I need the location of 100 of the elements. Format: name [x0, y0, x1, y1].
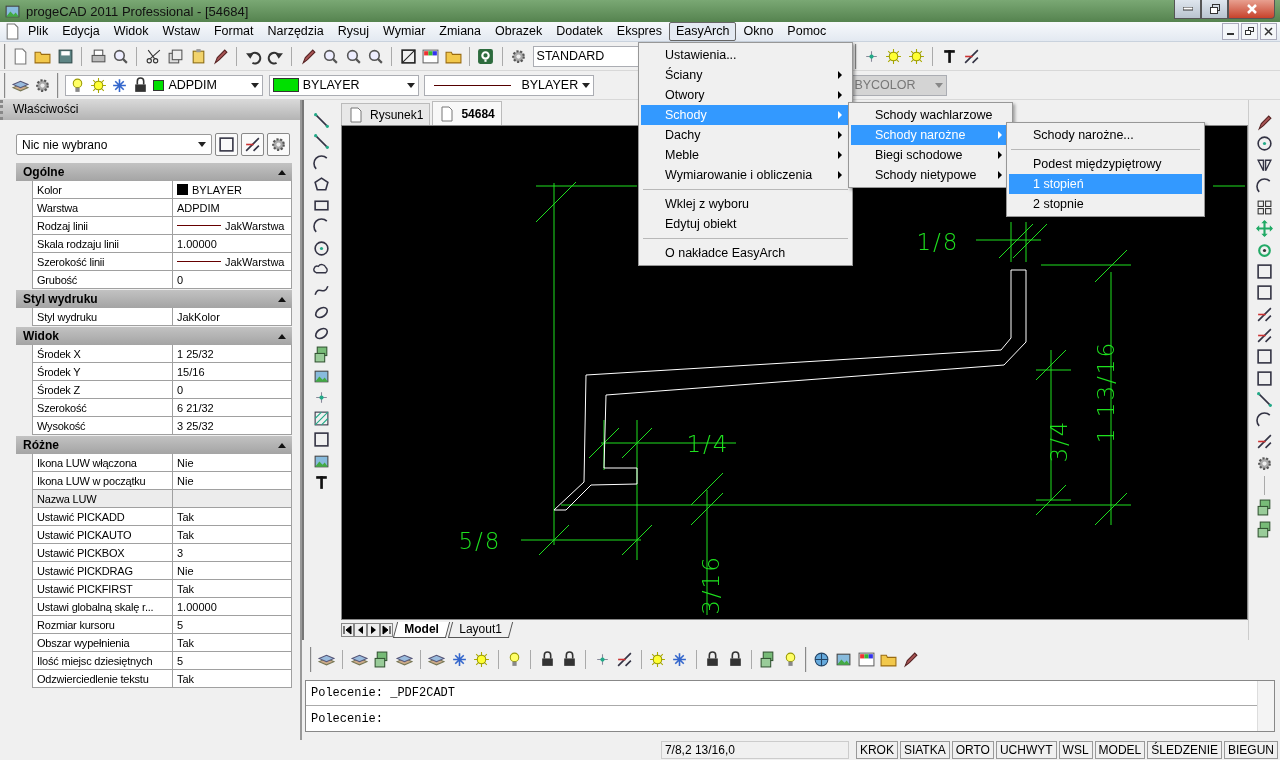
trim-icon[interactable] [962, 47, 980, 65]
property-value[interactable]: JakWarstwa [173, 217, 291, 235]
property-value[interactable]: 5 [173, 652, 291, 670]
property-value[interactable]: Tak [173, 634, 291, 652]
menu-item[interactable]: Zmiana [432, 22, 488, 41]
menu-item[interactable]: Schody narożne... [1009, 125, 1202, 145]
property-value[interactable]: Tak [173, 526, 291, 544]
line-icon[interactable] [312, 112, 330, 129]
selection-dropdown[interactable]: Nic nie wybrano [16, 134, 212, 155]
menu-item[interactable]: Plik [21, 22, 56, 41]
property-value[interactable]: 3 25/32 [173, 417, 291, 435]
frame-icon[interactable] [399, 47, 417, 65]
first-page-button[interactable] [341, 623, 354, 637]
menu-item[interactable]: Podest międzypiętrowy [1009, 154, 1202, 174]
minimize-button[interactable] [1174, 0, 1201, 19]
menu-item[interactable]: Edytuj obiekt [641, 214, 850, 234]
pen-icon[interactable] [902, 650, 920, 668]
menu-item[interactable]: Rysuj [330, 22, 377, 41]
linetype-dropdown[interactable]: BYLAYER [424, 74, 595, 96]
square-icon[interactable] [1256, 369, 1273, 387]
menu-item[interactable]: Widok [106, 22, 156, 41]
caret-icon[interactable] [406, 82, 415, 88]
collapse-arrow-icon[interactable] [278, 169, 286, 175]
magnifier-icon[interactable] [322, 47, 340, 65]
property-value[interactable]: Tak [173, 670, 291, 688]
stack-icon[interactable] [1256, 520, 1273, 538]
menu-item[interactable]: Meble [641, 145, 850, 165]
menu-item[interactable]: Ekspres [609, 22, 669, 41]
restore-button[interactable] [1201, 0, 1228, 19]
menu-item[interactable]: Biegi schodowe [851, 145, 1010, 165]
menu-item[interactable]: Pomoc [780, 22, 834, 41]
gear-icon[interactable] [34, 76, 52, 94]
property-value[interactable]: BYLAYER [173, 181, 291, 199]
close-button[interactable] [1260, 23, 1277, 40]
property-value[interactable]: 3 [173, 544, 291, 562]
last-page-button[interactable] [380, 623, 393, 637]
palette-icon[interactable] [857, 650, 875, 668]
close-button[interactable] [1228, 0, 1275, 19]
menu-item[interactable]: Edycja [55, 22, 107, 41]
property-value[interactable]: 1.00000 [173, 598, 291, 616]
snowflake-icon[interactable] [111, 76, 129, 94]
status-toggle[interactable]: BIEGUN [1224, 741, 1278, 759]
next-page-button[interactable] [367, 623, 380, 637]
arc-icon[interactable] [312, 154, 330, 172]
menu-item[interactable]: Obrazek [488, 22, 550, 41]
property-value[interactable]: JakKolor [173, 308, 291, 326]
circle-icon[interactable] [312, 239, 330, 257]
collapse-arrow-icon[interactable] [278, 296, 286, 302]
collapse-arrow-icon[interactable] [278, 442, 286, 448]
menu-item[interactable]: Schody nietypowe [851, 165, 1010, 185]
menu-item[interactable]: 2 stopnie [1009, 194, 1202, 214]
menu-item[interactable]: Okno [736, 22, 781, 41]
status-toggle[interactable]: ŚLEDZENIE [1147, 741, 1222, 759]
square-icon[interactable] [1256, 284, 1273, 302]
menu-item[interactable]: Schody wachlarzowe [851, 105, 1010, 125]
property-value[interactable]: Tak [173, 580, 291, 598]
menu-item[interactable]: O nakładce EasyArch [641, 243, 850, 263]
restore-button[interactable] [1241, 23, 1258, 40]
previous-page-button[interactable] [354, 623, 367, 637]
section-header[interactable]: Ogólne [16, 163, 292, 181]
pen-icon[interactable] [211, 47, 229, 65]
circle-icon[interactable] [1256, 135, 1273, 153]
collapse-arrow-icon[interactable] [278, 333, 286, 339]
property-value[interactable]: Nie [173, 472, 291, 490]
property-value[interactable]: JakWarstwa [173, 253, 291, 271]
polygon-icon[interactable] [312, 175, 330, 193]
property-value[interactable]: Nie [173, 454, 291, 472]
filter-button[interactable] [267, 133, 290, 156]
property-value[interactable]: 0 [173, 271, 291, 289]
square-icon[interactable] [1256, 263, 1273, 281]
caret-icon[interactable] [251, 82, 260, 88]
color-dropdown[interactable]: BYLAYER [268, 74, 419, 96]
scrollbar[interactable] [1257, 681, 1274, 731]
menu-item[interactable]: Wymiarowanie i obliczenia [641, 165, 850, 185]
magnifier-icon[interactable] [111, 47, 129, 65]
trim-icon[interactable] [1256, 326, 1273, 344]
quick-select-button[interactable] [241, 133, 264, 156]
status-toggle[interactable]: UCHWYT [995, 741, 1057, 759]
property-value[interactable]: Tak [173, 508, 291, 526]
printer-icon[interactable] [89, 47, 107, 65]
select-objects-button[interactable] [215, 133, 238, 156]
caret-icon[interactable] [198, 142, 206, 147]
menu-item[interactable]: Narzędzia [260, 22, 331, 41]
menu-item[interactable]: EasyArch [668, 22, 737, 41]
line-icon[interactable] [312, 133, 330, 151]
minimize-button[interactable] [1222, 23, 1239, 40]
trim-icon[interactable] [1256, 433, 1273, 451]
status-toggle[interactable]: ORTO [951, 741, 994, 759]
menu-item[interactable]: Otwory [641, 85, 850, 105]
status-toggle[interactable]: MODEL [1094, 741, 1146, 759]
pen-icon[interactable] [1256, 114, 1273, 131]
trim-icon[interactable] [1256, 305, 1273, 323]
pen-icon[interactable] [299, 47, 317, 65]
arc-icon[interactable] [1256, 177, 1273, 195]
layer-dropdown[interactable]: ADPDIM [65, 74, 264, 96]
status-toggle[interactable]: SIATKA [899, 741, 950, 759]
hatch-icon[interactable] [312, 410, 330, 428]
help-icon[interactable] [477, 47, 495, 65]
sun-icon[interactable] [90, 76, 108, 94]
gear-icon[interactable] [1256, 454, 1273, 472]
